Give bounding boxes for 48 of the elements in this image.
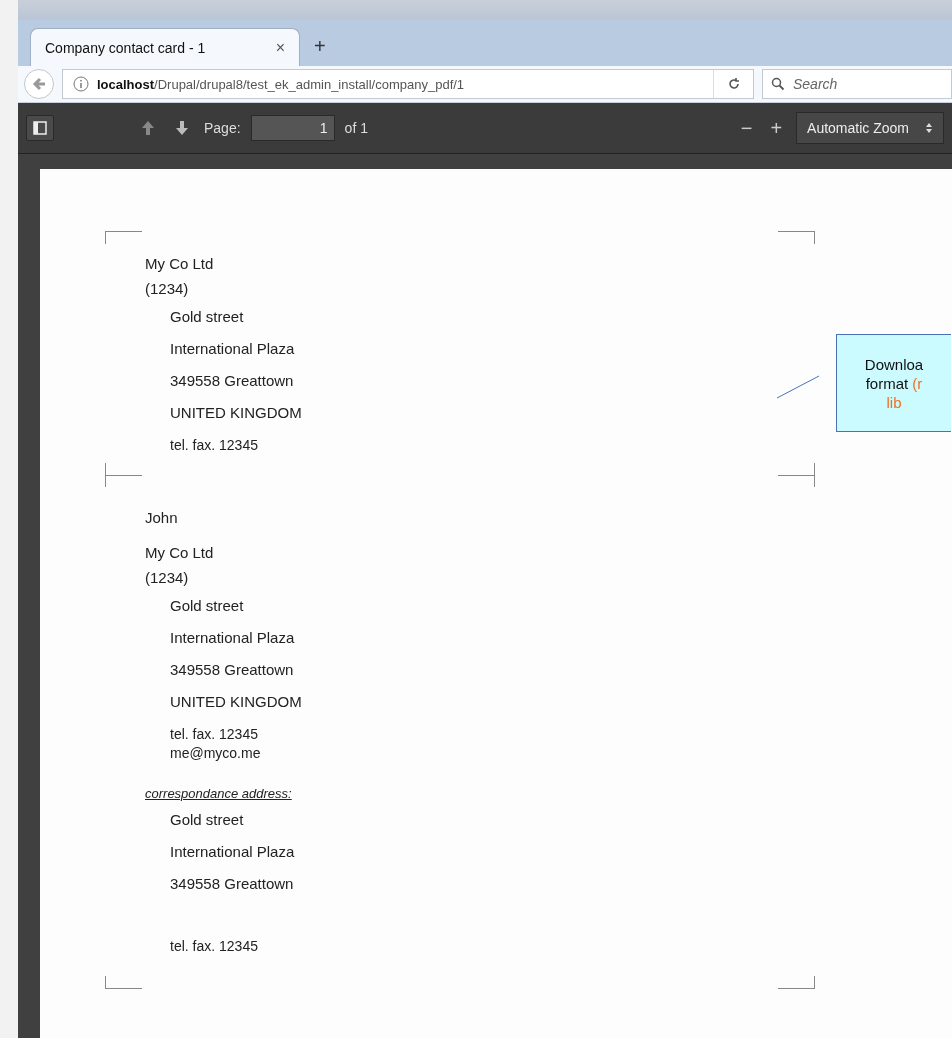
crop-mark	[105, 231, 142, 244]
document-text: 349558 Greattown	[169, 371, 294, 391]
reload-icon	[726, 77, 741, 91]
document-text: UNITED KINGDOM	[169, 692, 302, 712]
document-text: me@myco.me	[169, 744, 261, 762]
new-tab-button[interactable]: +	[314, 35, 326, 58]
zoom-select[interactable]: Automatic Zoom	[796, 112, 944, 144]
page-count: of 1	[344, 120, 368, 136]
document-text: John	[145, 508, 178, 528]
document-text: tel. fax. 12345	[169, 436, 258, 455]
zoom-out-button[interactable]: −	[736, 116, 757, 140]
back-arrow-icon	[31, 76, 47, 92]
sidebar-toggle-button[interactable]	[26, 115, 54, 141]
leader-line	[776, 375, 820, 399]
document-text: tel. fax. 12345	[169, 937, 258, 956]
document-text: correspondance address:	[145, 785, 292, 803]
search-field[interactable]: Search	[762, 69, 952, 99]
document-text: Gold street	[169, 810, 244, 830]
document-text: 349558 Greattown	[169, 660, 294, 680]
page-number-field[interactable]: 1	[250, 115, 335, 141]
close-tab-button[interactable]: ×	[275, 38, 285, 57]
document-text: Gold street	[169, 596, 244, 616]
document-text: International Plaza	[169, 628, 295, 648]
document-text: International Plaza	[169, 339, 295, 359]
callout-note: Downloa format (r lib	[836, 334, 951, 432]
browser-tab[interactable]: Company contact card - 1 ×	[30, 28, 300, 66]
document-text: (1234)	[145, 279, 189, 299]
tab-title: Company contact card - 1	[45, 39, 206, 56]
page-label: Page:	[204, 120, 241, 136]
crop-mark	[778, 231, 815, 244]
zoom-in-button[interactable]: +	[766, 116, 787, 140]
document-text: (1234)	[145, 568, 189, 588]
address-bar[interactable]: localhost/Drupal/drupal8/test_ek_admin_install/company_pdf/1	[62, 69, 754, 99]
info-icon[interactable]	[73, 76, 89, 92]
document-text: My Co Ltd	[145, 254, 214, 274]
search-icon	[771, 77, 785, 91]
crop-mark	[778, 976, 815, 989]
url-text: localhost/Drupal/drupal8/test_ek_admin_install/company_pdf/1	[97, 76, 465, 92]
document-text: 349558 Greattown	[169, 874, 294, 894]
document-text: UNITED KINGDOM	[169, 403, 302, 423]
updown-caret-icon	[925, 122, 933, 134]
sidebar-icon	[33, 121, 47, 135]
document-text: My Co Ltd	[145, 543, 214, 563]
crop-mark	[105, 976, 142, 989]
document-text: International Plaza	[169, 842, 295, 862]
document-text: tel. fax. 12345	[169, 725, 258, 744]
document-text: Gold street	[169, 307, 244, 327]
back-button[interactable]	[24, 69, 54, 99]
